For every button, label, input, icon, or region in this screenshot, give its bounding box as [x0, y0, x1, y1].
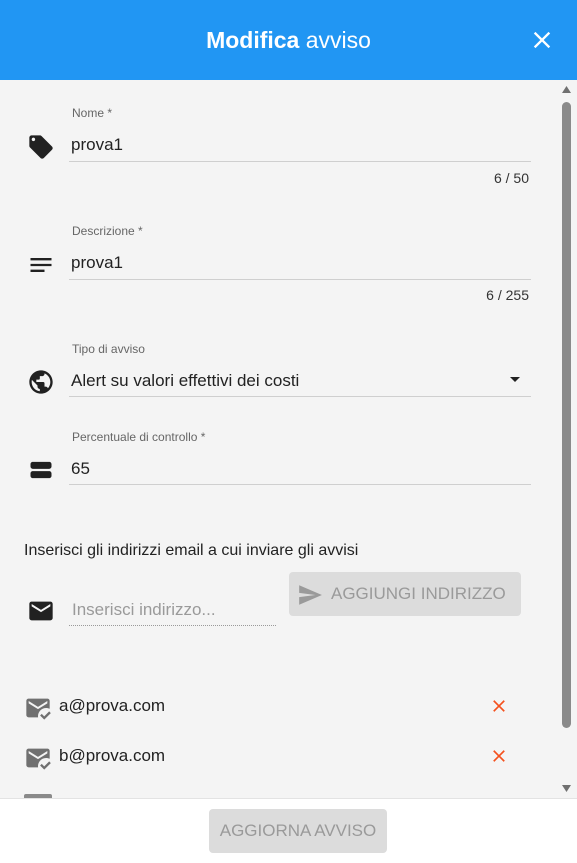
send-icon [299, 585, 322, 605]
close-dialog-button[interactable] [528, 26, 556, 54]
percentage-label: Percentuale di controllo * [72, 430, 206, 444]
notes-icon [30, 258, 52, 272]
name-value[interactable]: prova1 [71, 135, 123, 155]
name-counter: 6 / 50 [493, 170, 529, 186]
vertical-scrollbar[interactable] [557, 80, 577, 798]
dialog-header: Modifica avviso [0, 0, 577, 80]
scrollbar-thumb[interactable] [562, 102, 571, 728]
alert-type-underline [69, 396, 531, 397]
storage-icon [30, 461, 52, 479]
percentage-field[interactable]: Percentuale di controllo * 65 [69, 430, 531, 486]
dropdown-arrow-icon[interactable] [503, 367, 527, 391]
update-alert-button[interactable]: AGGIORNA AVVISO [209, 809, 387, 853]
email-list-item: a@prova.com [24, 694, 524, 722]
email-address-input[interactable] [69, 594, 276, 626]
emails-section-title: Inserisci gli indirizzi email a cui invi… [24, 542, 359, 559]
percentage-value[interactable]: 65 [71, 459, 90, 479]
name-underline [69, 161, 531, 162]
alert-type-select[interactable]: Tipo di avviso Alert su valori effettivi… [69, 342, 531, 398]
scroll-up-arrow-icon[interactable] [561, 85, 572, 94]
delete-email-close-icon[interactable] [489, 746, 509, 766]
dialog-title-bold: Modifica [206, 27, 300, 53]
update-alert-label: AGGIORNA AVVISO [219, 821, 377, 840]
description-field[interactable]: Descrizione * prova1 [69, 224, 531, 280]
description-underline [69, 279, 531, 280]
description-label: Descrizione * [72, 224, 143, 238]
add-address-label: AGGIUNGI INDIRIZZO [331, 584, 506, 603]
name-field[interactable]: Nome * prova1 [69, 106, 531, 162]
globe-icon [29, 370, 53, 394]
tag-icon [29, 135, 53, 159]
name-label: Nome * [72, 106, 113, 120]
delete-email-close-icon[interactable] [489, 696, 509, 716]
dialog-footer: AGGIORNA AVVISO [0, 798, 577, 863]
percentage-underline [69, 484, 531, 485]
email-address-text: a@prova.com [59, 696, 166, 715]
dialog-title: Modifica avviso [0, 27, 577, 54]
mark-email-read-icon [26, 698, 51, 720]
alert-type-label: Tipo di avviso [72, 342, 145, 356]
description-value[interactable]: prova1 [71, 253, 123, 273]
dialog-title-rest: avviso [305, 27, 371, 53]
add-address-button[interactable]: AGGIUNGI INDIRIZZO [289, 572, 521, 616]
email-address-text: b@prova.com [59, 746, 166, 765]
email-list-item: b@prova.com [24, 744, 524, 772]
email-icon [29, 601, 53, 621]
close-icon [533, 31, 551, 49]
mark-email-read-icon [26, 748, 51, 770]
description-counter: 6 / 255 [486, 287, 529, 303]
alert-type-value[interactable]: Alert su valori effettivi dei costi [71, 371, 299, 391]
dialog-content: Nome * prova1 6 / 50 Descrizione * prova… [0, 80, 557, 798]
scroll-down-arrow-icon[interactable] [561, 784, 572, 793]
